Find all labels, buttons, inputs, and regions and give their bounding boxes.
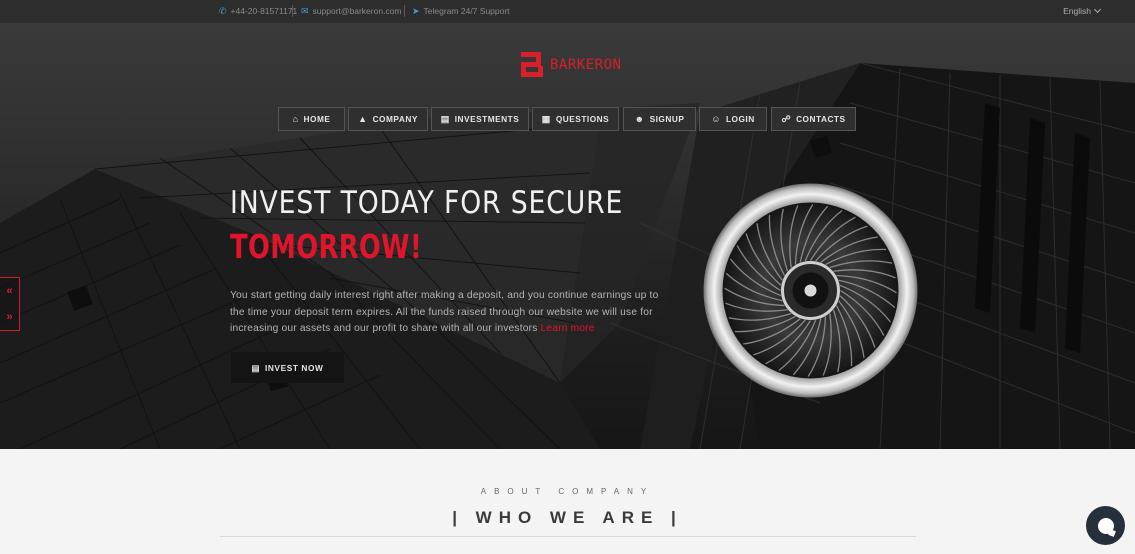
invest-now-label: INVEST NOW [264, 362, 324, 373]
home-icon: ⌂ [292, 114, 299, 124]
language-label: English [1063, 6, 1091, 16]
brand-logo[interactable]: BARKERON [521, 52, 621, 77]
chat-bubble-icon [1097, 517, 1114, 534]
top-contact-bar: ✆ +44-20-81571171 ✉ support@barkeron.com… [0, 0, 1135, 23]
phone-icon: ✆ [219, 5, 227, 16]
telegram-contact[interactable]: ➤ Telegram 24/7 Support [412, 6, 510, 16]
architecture-background [0, 62, 1135, 449]
side-scroll-tab[interactable]: « » [0, 277, 20, 331]
language-selector[interactable]: English [1063, 5, 1102, 16]
email-text: support@barkeron.com [312, 6, 402, 16]
about-section: ABOUT COMPANY | WHO WE ARE | [0, 449, 1135, 554]
logo-mark-icon [521, 52, 543, 77]
nav-login-label: LOGIN [725, 114, 755, 124]
telegram-text: Telegram 24/7 Support [423, 6, 510, 16]
learn-more-link[interactable]: Learn more [541, 323, 595, 334]
telegram-icon: ➤ [412, 5, 420, 16]
phone-contact[interactable]: ✆ +44-20-81571171 [219, 6, 297, 16]
topbar-divider [292, 5, 293, 17]
nav-company[interactable]: ▲ COMPANY [348, 107, 428, 131]
nav-signup[interactable]: ☻ SIGNUP [623, 107, 696, 131]
briefcase-icon: ▤ [251, 362, 260, 373]
topbar-divider [404, 5, 405, 17]
about-divider [220, 536, 916, 537]
email-icon: ✉ [301, 5, 309, 16]
double-chevron-down-icon[interactable]: » [6, 311, 12, 323]
nav-investments-label: INVESTMENTS [454, 114, 520, 124]
briefcase-icon: ▤ [440, 113, 450, 124]
invest-now-button[interactable]: ▤ INVEST NOW [231, 352, 344, 383]
chevron-down-icon [1093, 5, 1102, 14]
nav-investments[interactable]: ▤ INVESTMENTS [431, 107, 529, 131]
nav-login[interactable]: ☺ LOGIN [699, 107, 767, 131]
nav-signup-label: SIGNUP [649, 114, 685, 124]
user-lock-icon: ☺ [711, 114, 721, 124]
hero-headline-accent: TOMORROW! [230, 227, 423, 266]
nav-home[interactable]: ⌂ HOME [278, 107, 345, 131]
about-subtitle: ABOUT COMPANY [480, 487, 655, 496]
nav-questions-label: QUESTIONS [555, 114, 610, 124]
nav-contacts-label: CONTACTS [796, 114, 846, 124]
hero-headline: INVEST TODAY FOR SECURE [230, 185, 624, 221]
stamp-icon: ▲ [358, 114, 368, 124]
email-contact[interactable]: ✉ support@barkeron.com [301, 6, 402, 16]
hero-description: You start getting daily interest right a… [230, 288, 662, 338]
chat-widget-button[interactable] [1086, 506, 1125, 545]
nav-questions[interactable]: ▦ QUESTIONS [532, 107, 619, 131]
nav-home-label: HOME [303, 114, 331, 124]
handshake-icon: ☍ [781, 113, 792, 124]
double-chevron-up-icon[interactable]: « [6, 285, 12, 297]
brand-name: BARKERON [550, 56, 622, 73]
about-title: | WHO WE ARE | [452, 508, 683, 527]
jet-engine-image [703, 183, 918, 398]
hero-section: BARKERON ⌂ HOME ▲ COMPANY ▤ INVESTMENTS … [0, 23, 1135, 449]
nav-company-label: COMPANY [372, 114, 418, 124]
building-icon: ▦ [541, 113, 551, 124]
nav-contacts[interactable]: ☍ CONTACTS [771, 107, 856, 131]
phone-text: +44-20-81571171 [230, 6, 298, 16]
user-plus-icon: ☻ [634, 114, 645, 124]
